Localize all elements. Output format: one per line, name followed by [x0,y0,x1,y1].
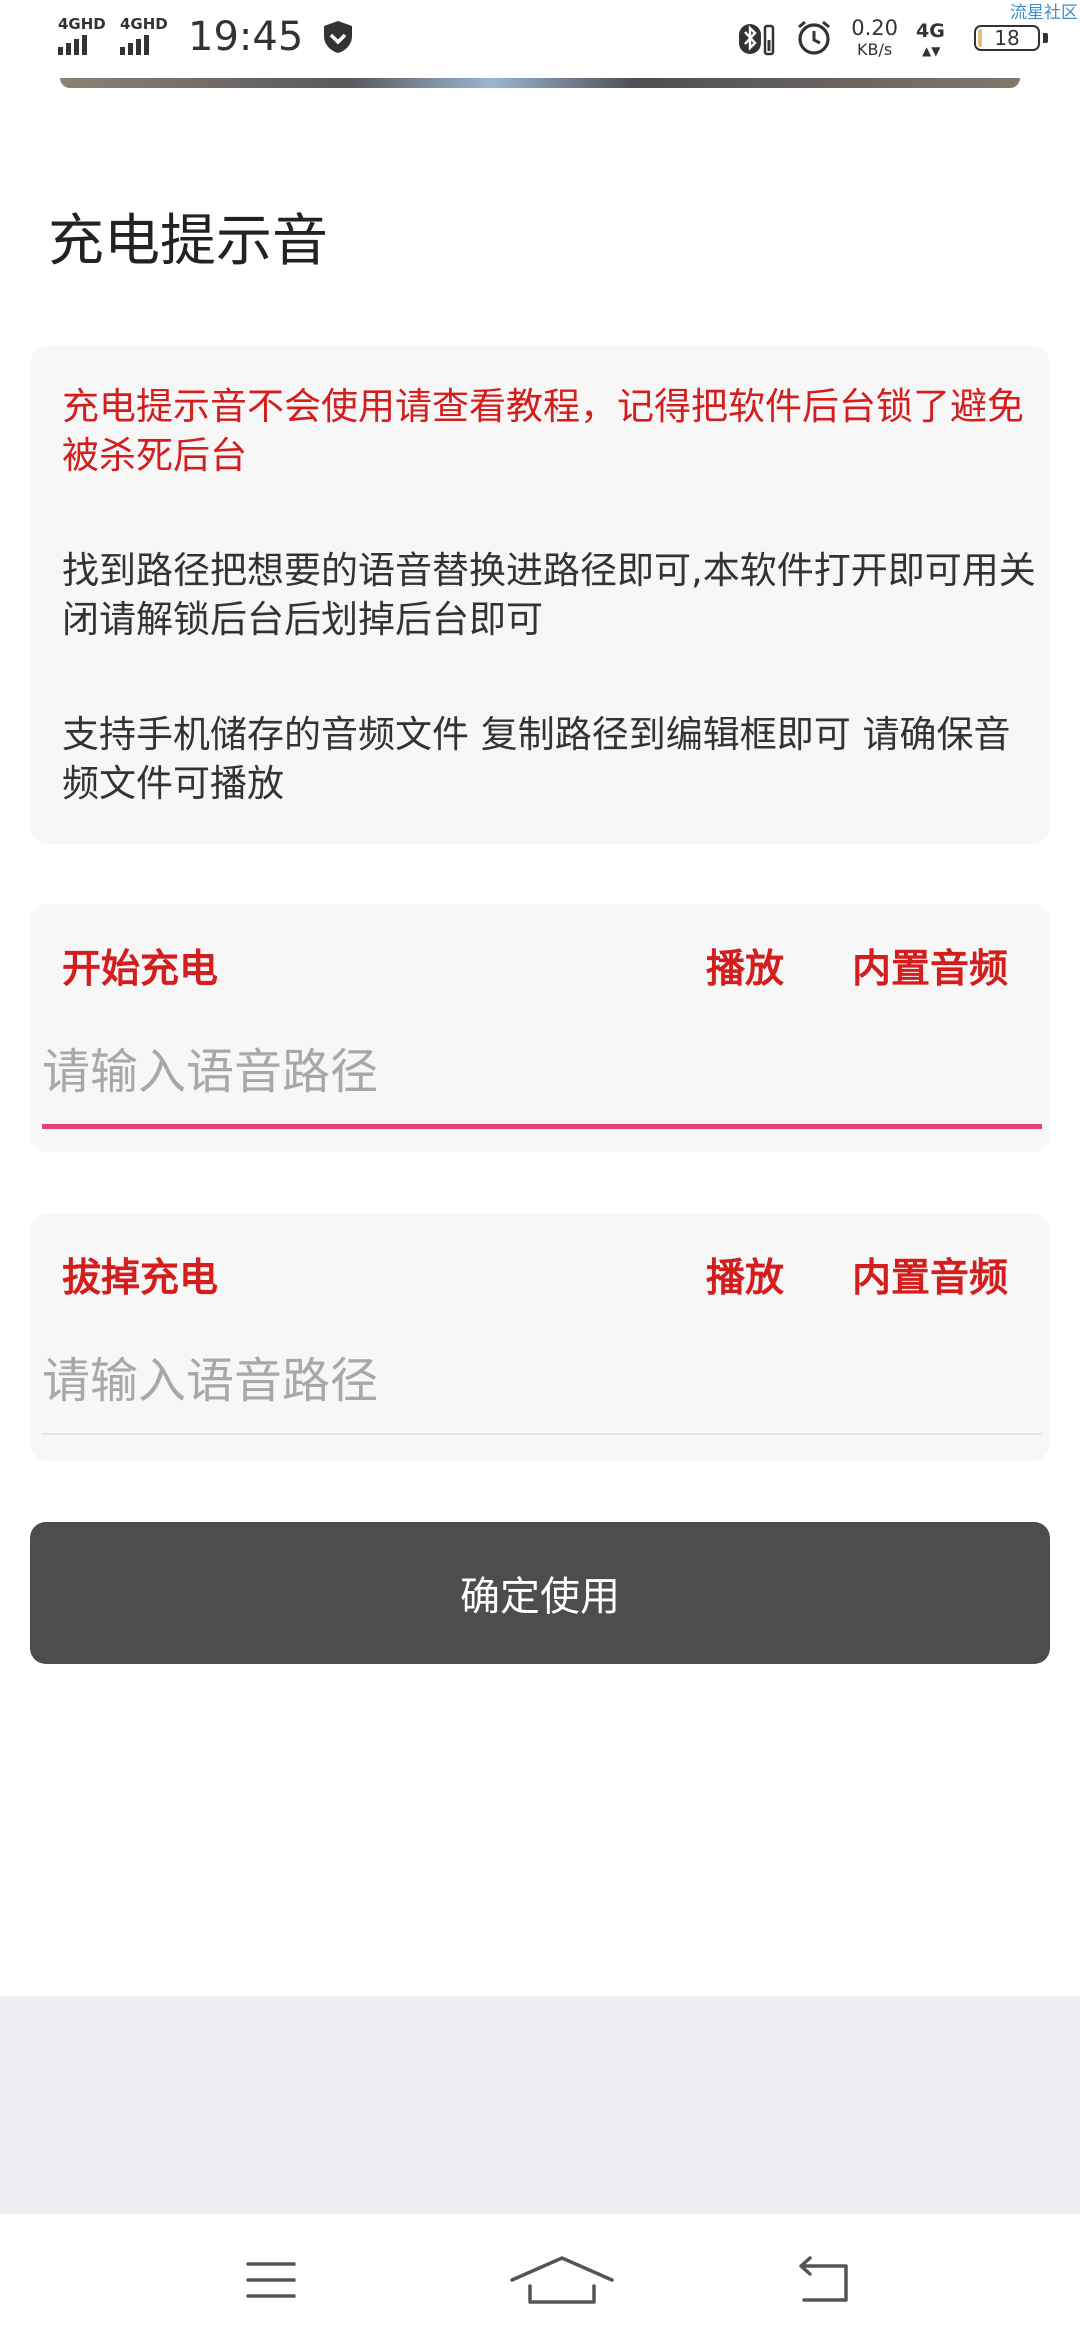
unplug-input-underline [42,1433,1042,1435]
unplug-play-button[interactable]: 播放 [706,1247,784,1303]
alarm-clock-icon [798,20,831,55]
network-type-label: 4GHD [120,15,168,33]
home-icon[interactable] [504,2250,620,2310]
status-time: 19:45 [188,14,304,60]
network-speed-value: 0.20 [851,16,898,40]
navigation-bar [0,2214,1080,2340]
back-icon[interactable] [788,2250,858,2310]
mobile-data-label: 4G [916,20,945,42]
bottom-spacer [0,1996,1080,2214]
signal-bars [58,35,87,55]
info-card: 充电提示音不会使用请查看教程，记得把软件后台锁了避免被杀死后台 找到路径把想要的… [30,346,1050,844]
status-bar: 4GHD 4GHD 19:45 0.20 KB/s 4G ▲▼ 18 流星社区 [0,0,1080,84]
watermark: 流星社区 [1010,3,1078,23]
instruction-text: 找到路径把想要的语音替换进路径即可,本软件打开即可用关闭请解锁后台后划掉后台即可 [62,549,1036,641]
unplug-charging-label: 拔掉充电 [62,1256,219,1301]
network-speed-unit: KB/s [857,40,893,59]
shield-icon [324,21,353,53]
page-title: 充电提示音 [48,209,328,274]
status-right: 0.20 KB/s 4G ▲▼ 18 [737,18,1050,58]
menu-icon[interactable] [236,2250,306,2310]
data-arrows-icon: ▲▼ [922,44,941,58]
confirm-use-button[interactable]: 确定使用 [30,1522,1050,1664]
start-charging-label: 开始充电 [62,947,219,992]
mobile-data-icon: 4G ▲▼ [916,18,956,58]
network-type-label: 4GHD [58,15,106,33]
bluetooth-icon [739,24,775,56]
battery-level: 18 [994,26,1020,50]
support-text: 支持手机储存的音频文件 复制路径到编辑框即可 请确保音频文件可播放 [62,713,1011,805]
signal-icon-1: 4GHD [58,15,106,59]
status-left: 4GHD 4GHD 19:45 [58,14,355,60]
unplug-voice-path-input[interactable] [42,1345,1042,1417]
warning-text: 充电提示音不会使用请查看教程，记得把软件后台锁了避免被杀死后台 [62,385,1024,477]
unplug-builtin-audio-button[interactable]: 内置音频 [852,1247,1008,1303]
battery-icon: 18 [974,21,1050,55]
header-image-edge [60,78,1020,88]
signal-icon-2: 4GHD [120,15,168,59]
start-input-underline [42,1124,1042,1129]
start-charging-card: 开始充电 播放 内置音频 [30,904,1050,1152]
start-builtin-audio-button[interactable]: 内置音频 [852,938,1008,994]
signal-bars [120,35,149,55]
start-voice-path-input[interactable] [42,1036,1042,1108]
start-play-button[interactable]: 播放 [706,938,784,994]
network-speed: 0.20 KB/s [851,18,898,58]
unplug-charging-card: 拔掉充电 播放 内置音频 [30,1213,1050,1461]
